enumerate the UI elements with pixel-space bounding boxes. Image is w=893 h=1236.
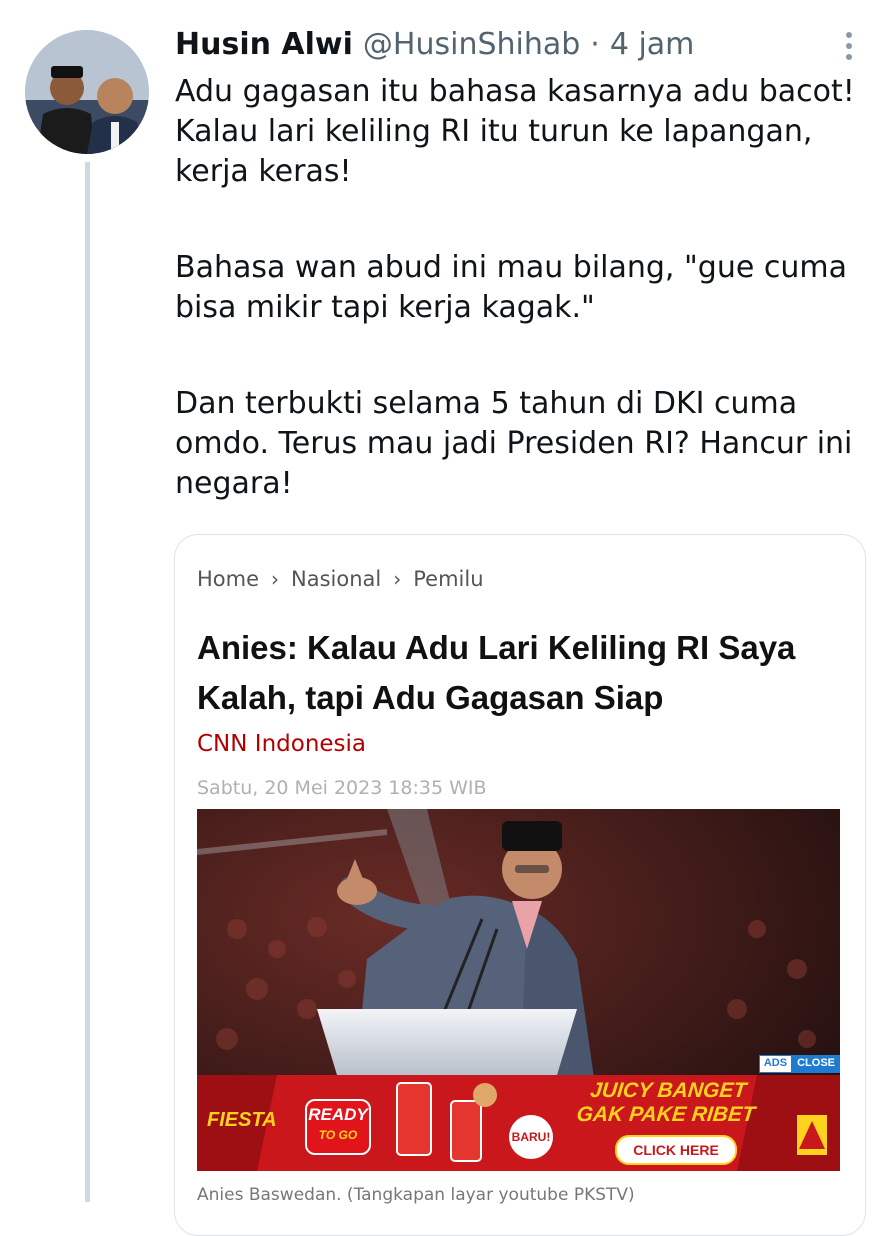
author-avatar[interactable]	[25, 30, 149, 154]
ad-close-button[interactable]: CLOSE	[792, 1055, 840, 1073]
breadcrumb: Home › Nasional › Pemilu	[197, 567, 484, 591]
ad-label: ADS CLOSE	[758, 1055, 840, 1073]
display-name[interactable]: Husin Alwi	[175, 27, 353, 62]
header-separator: ·	[590, 26, 600, 62]
photo-caption: Anies Baswedan. (Tangkapan layar youtube…	[197, 1185, 635, 1205]
ad-click-here-button[interactable]: CLICK HERE	[615, 1135, 737, 1165]
article-screenshot-card[interactable]: Home › Nasional › Pemilu Anies: Kalau Ad…	[174, 534, 866, 1236]
ad-to-go-text: TO GO	[318, 1128, 358, 1142]
more-vertical-icon[interactable]	[839, 30, 859, 62]
tweet-text: Adu gagasan itu bahasa kasarnya adu baco…	[175, 72, 865, 560]
tweet-paragraph-3: Dan terbukti selama 5 tahun di DKI cuma …	[175, 386, 853, 501]
ad-ready-to-go: READY TO GO	[305, 1099, 371, 1155]
breadcrumb-separator: ›	[271, 567, 280, 591]
ad-tagline-2: GAK PAKE RIBET	[575, 1103, 757, 1126]
breadcrumb-separator: ›	[393, 567, 402, 591]
article-date: Sabtu, 20 Mei 2023 18:35 WIB	[197, 777, 487, 799]
ad-banner[interactable]: FIESTA READY TO GO BARU! JUICY BANGET GA…	[197, 1075, 840, 1171]
breadcrumb-nasional: Nasional	[291, 567, 382, 591]
ad-tagline: JUICY BANGET GAK PAKE RIBET	[564, 1079, 769, 1127]
ad-tagline-1: JUICY BANGET	[589, 1079, 748, 1102]
ad-brand: FIESTA	[207, 1109, 277, 1131]
breadcrumb-pemilu: Pemilu	[413, 567, 484, 591]
thread-connector-line	[85, 162, 90, 1202]
article-source: CNN Indonesia	[197, 731, 367, 757]
tweet-paragraph-2: Bahasa wan abud ini mau bilang, "gue cum…	[175, 250, 847, 325]
tweet-timestamp[interactable]: 4 jam	[610, 27, 695, 62]
ads-badge: ADS	[758, 1055, 793, 1073]
user-handle[interactable]: @HusinShihab	[363, 27, 580, 62]
ad-ready-text: READY	[308, 1105, 368, 1124]
ad-baru-badge: BARU!	[509, 1115, 553, 1159]
article-photo: ADS CLOSE FIESTA READY TO GO BARU! JUICY…	[197, 809, 840, 1171]
tweet-header: Husin Alwi @HusinShihab · 4 jam	[175, 24, 694, 64]
article-title: Anies: Kalau Adu Lari Keliling RI Saya K…	[197, 629, 796, 716]
breadcrumb-home: Home	[197, 567, 260, 591]
tweet-paragraph-1: Adu gagasan itu bahasa kasarnya adu baco…	[175, 74, 855, 189]
